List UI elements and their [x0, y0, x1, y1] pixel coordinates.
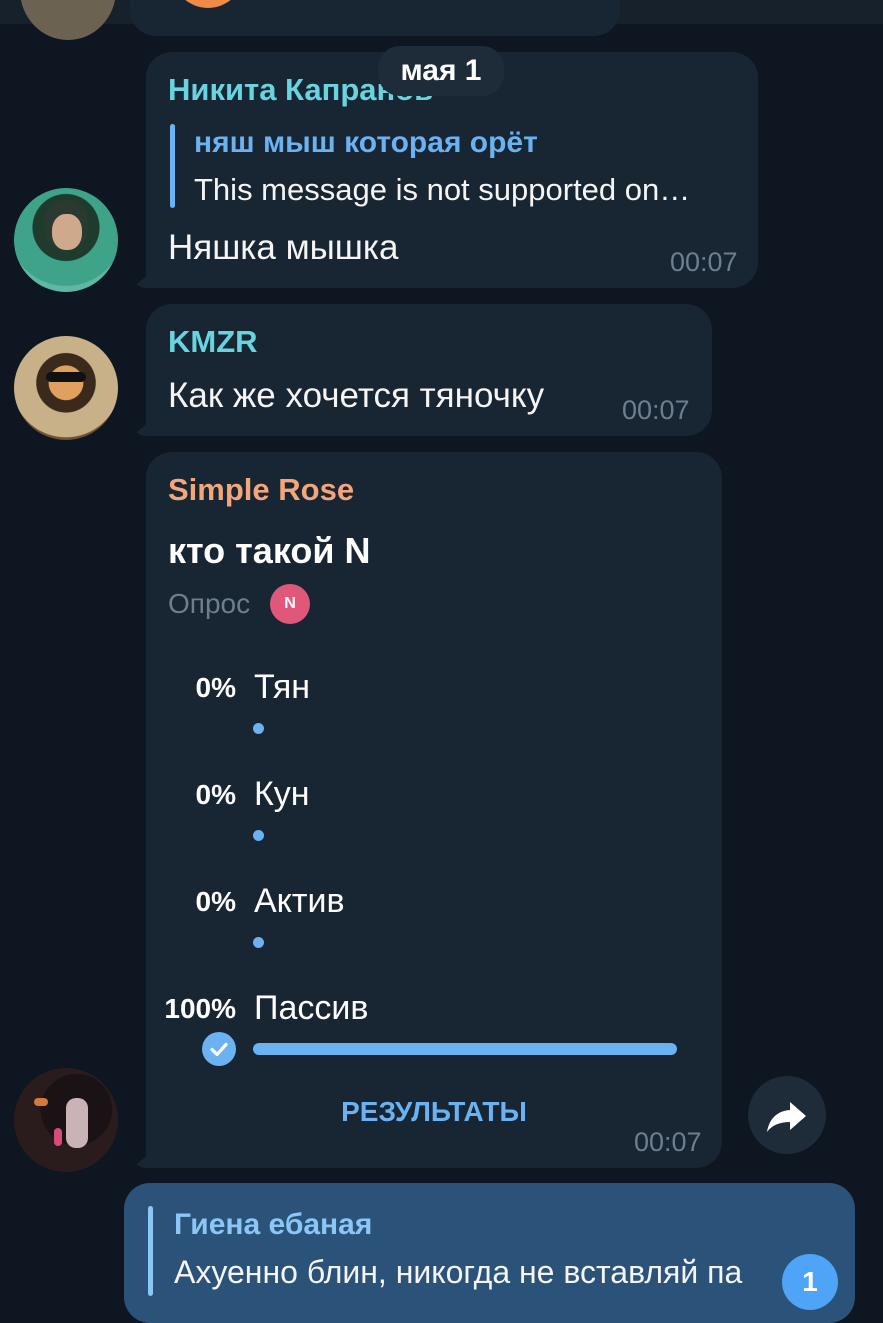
poll-question: кто такой N: [168, 530, 371, 571]
forward-arrow-icon: [767, 1102, 806, 1132]
poll-option-label: Актив: [254, 882, 345, 920]
check-circle-icon: [202, 1032, 236, 1066]
sender-name[interactable]: Simple Rose: [168, 472, 354, 508]
avatar-light: [54, 1128, 62, 1146]
reply-quote-bar: [170, 124, 175, 208]
poll-voter-avatar[interactable]: N: [270, 584, 310, 624]
poll-option-bar: [253, 830, 264, 841]
poll-option-percent: 0%: [195, 779, 236, 810]
message-time: 00:07: [634, 1127, 702, 1157]
reply-author[interactable]: няш мыш которая орёт: [194, 126, 538, 160]
avatar-light: [34, 1098, 48, 1106]
message-time: 00:07: [670, 247, 738, 277]
avatar-nikita[interactable]: [14, 188, 118, 292]
poll-type-label: Опрос: [168, 588, 251, 619]
poll-option-percent: 100%: [164, 993, 236, 1024]
poll-option-label: Кун: [254, 775, 310, 813]
avatar-face: [52, 214, 82, 250]
message-text: Как же хочется тяночку: [168, 376, 545, 415]
poll-option-bar: [253, 723, 264, 734]
sender-name[interactable]: KMZR: [168, 324, 258, 360]
previous-avatar-edge[interactable]: [20, 0, 116, 40]
avatar-glasses: [46, 372, 86, 382]
forward-button[interactable]: [748, 1076, 826, 1154]
avatar-kmzr[interactable]: [14, 336, 118, 440]
scroll-down-badge[interactable]: 1: [782, 1254, 838, 1310]
avatar-figure: [66, 1098, 88, 1148]
reply-text[interactable]: Ахуенно блин, никогда не вставляй па: [174, 1254, 794, 1291]
reply-text[interactable]: This message is not supported on…: [194, 172, 690, 208]
poll-option-percent: 0%: [195, 886, 236, 917]
poll-results-button[interactable]: РЕЗУЛЬТАТЫ: [146, 1096, 722, 1128]
outgoing-message-bubble[interactable]: [124, 1183, 855, 1323]
date-pill: мая 1: [378, 46, 504, 96]
poll-option-bar: [253, 937, 264, 948]
avatar-simple-rose[interactable]: [14, 1068, 118, 1172]
poll-option-label: Пассив: [254, 989, 369, 1027]
poll-option-percent: 0%: [195, 672, 236, 703]
message-time: 00:07: [622, 395, 690, 425]
poll-option-label: Тян: [254, 668, 311, 706]
poll-option-bar: [253, 1043, 677, 1055]
reply-author[interactable]: Гиена ебаная: [174, 1208, 372, 1242]
message-text: Няшка мышка: [168, 228, 399, 267]
reply-quote-bar: [148, 1206, 153, 1296]
